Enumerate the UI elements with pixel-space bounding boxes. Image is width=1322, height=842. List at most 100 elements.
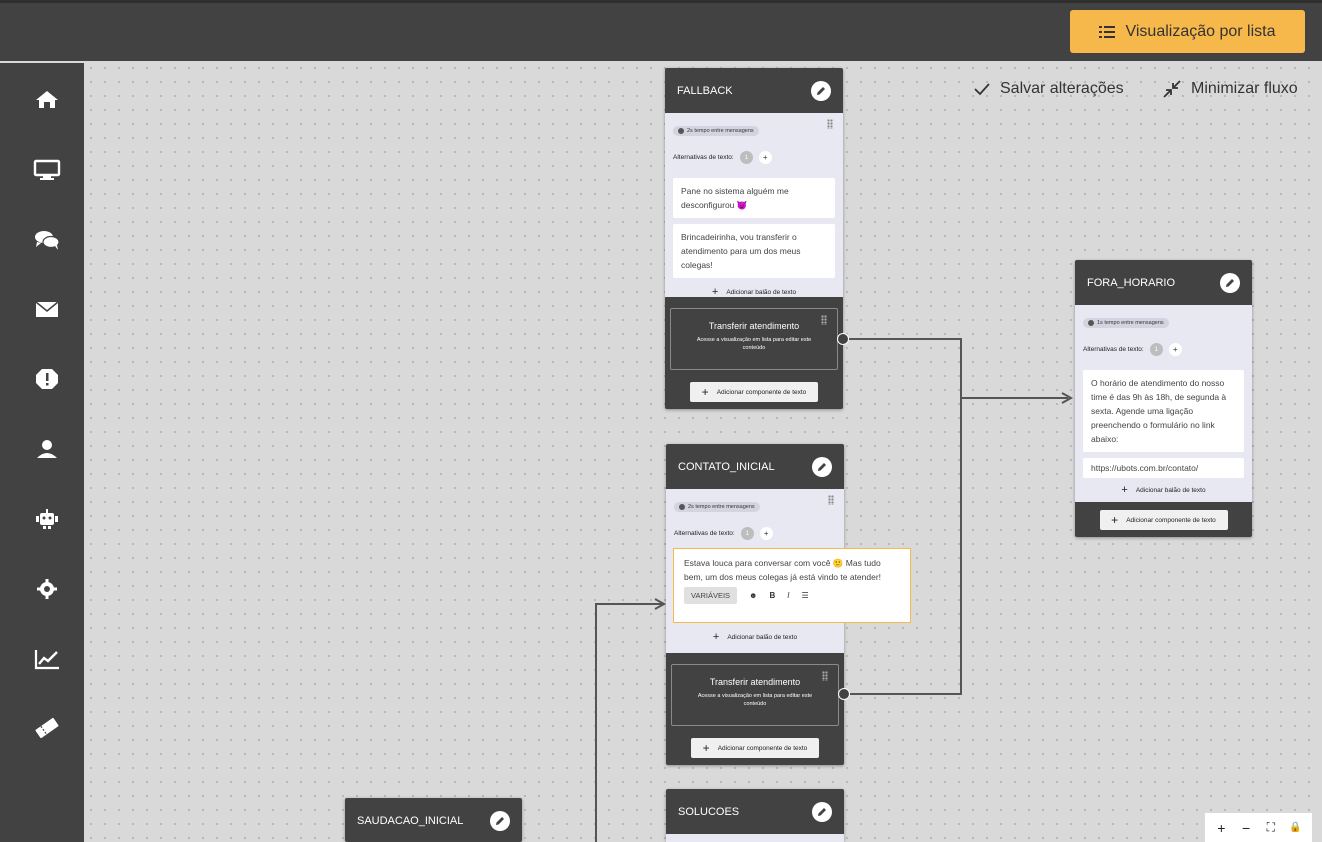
text-bubble[interactable]: Brincadeirinha, vou transferir o atendim… bbox=[673, 224, 835, 278]
flow-node-saudacao-inicial[interactable]: SAUDACAO_INICIAL bbox=[345, 798, 522, 842]
alternative-count[interactable]: 1 bbox=[739, 151, 753, 164]
alternatives-label: Alternativas de texto: bbox=[674, 530, 735, 537]
plus-icon: + bbox=[712, 631, 720, 643]
sidebar-item-mail[interactable] bbox=[30, 292, 64, 326]
plus-icon: + bbox=[1121, 484, 1128, 496]
node-title: FORA_HORARIO bbox=[1087, 276, 1176, 289]
gear-icon bbox=[37, 579, 57, 599]
add-bubble-button[interactable]: + Adicionar balão de texto bbox=[673, 286, 835, 298]
drag-handle-icon[interactable] bbox=[821, 315, 827, 325]
message-block[interactable]: 1s tempo entre mensagens Alternativas de… bbox=[1075, 305, 1252, 502]
drag-handle-icon[interactable] bbox=[828, 495, 834, 505]
list-view-button[interactable]: Visualização por lista bbox=[1070, 10, 1305, 53]
flow-node-fora-horario[interactable]: FORA_HORARIO 1s tempo entre mensagens Al… bbox=[1075, 260, 1252, 537]
monitor-icon bbox=[33, 159, 61, 180]
node-header[interactable]: SAUDACAO_INICIAL bbox=[345, 798, 522, 842]
edit-node-button[interactable] bbox=[1220, 272, 1240, 293]
sidebar-item-alert[interactable] bbox=[30, 362, 64, 396]
ticket-icon bbox=[35, 717, 59, 739]
sidebar-item-robot[interactable] bbox=[30, 502, 64, 536]
fit-view-icon[interactable]: ⛶ bbox=[1261, 820, 1281, 835]
transfer-hint: Acesse a visualização em lista para edit… bbox=[697, 693, 813, 707]
text-bubble[interactable]: O horário de atendimento do nosso time é… bbox=[1083, 370, 1244, 452]
edit-node-button[interactable] bbox=[812, 801, 832, 822]
drag-handle-icon[interactable] bbox=[822, 671, 828, 681]
check-icon bbox=[974, 83, 990, 96]
alternative-count[interactable]: 1 bbox=[1149, 343, 1163, 356]
add-alternative-button[interactable]: + bbox=[1168, 343, 1182, 356]
add-component-button[interactable]: + Adicionar componente de texto bbox=[1099, 510, 1228, 530]
plus-icon: + bbox=[701, 385, 709, 399]
chat-icon bbox=[35, 231, 60, 250]
add-alternative-button[interactable]: + bbox=[758, 151, 772, 164]
add-component-label: Adicionar componente de texto bbox=[717, 744, 808, 752]
add-component-button[interactable]: + Adicionar componente de texto bbox=[691, 738, 819, 758]
edit-node-button[interactable] bbox=[490, 810, 510, 831]
transfer-block[interactable]: Transferir atendimento Acesse a visualiz… bbox=[671, 664, 839, 726]
add-bubble-label: Adicionar balão de texto bbox=[727, 633, 798, 641]
minimize-flow-button[interactable]: Minimizar fluxo bbox=[1163, 80, 1298, 98]
node-header[interactable]: SOLUCOES bbox=[666, 789, 844, 834]
transfer-block[interactable]: Transferir atendimento Acesse a visualiz… bbox=[670, 308, 838, 370]
zoom-out-icon[interactable]: − bbox=[1236, 820, 1256, 836]
delay-badge[interactable]: 2s tempo entre mensagens bbox=[674, 502, 760, 512]
alternatives-label: Alternativas de texto: bbox=[1083, 346, 1144, 353]
lock-icon[interactable]: 🔒 bbox=[1286, 822, 1306, 833]
edit-node-button[interactable] bbox=[812, 456, 832, 477]
plus-icon: + bbox=[1111, 513, 1119, 527]
flow-node-solucoes[interactable]: SOLUCOES bbox=[666, 789, 844, 842]
sidebar-item-analytics[interactable] bbox=[30, 642, 64, 676]
add-component-button[interactable]: + Adicionar componente de texto bbox=[690, 382, 818, 402]
node-header[interactable]: CONTATO_INICIAL bbox=[666, 444, 844, 489]
message-block[interactable]: 2s tempo entre mensagens Alternativas de… bbox=[665, 113, 843, 298]
delay-badge[interactable]: 2s tempo entre mensagens bbox=[673, 126, 759, 136]
bullet-list-icon[interactable]: ☰ bbox=[801, 591, 808, 600]
bold-icon[interactable]: B bbox=[769, 591, 775, 600]
flow-node-fallback[interactable]: FALLBACK 2s tempo entre mensagens Altern… bbox=[665, 68, 843, 409]
save-changes-label: Salvar alterações bbox=[1000, 80, 1124, 97]
message-block bbox=[666, 834, 844, 842]
node-title: FALLBACK bbox=[677, 84, 733, 97]
robot-icon bbox=[36, 509, 58, 529]
sidebar-item-user[interactable] bbox=[30, 432, 64, 466]
node-header[interactable]: FALLBACK bbox=[665, 68, 843, 113]
text-bubble[interactable]: Pane no sistema alguém me desconfigurou … bbox=[673, 178, 835, 218]
sidebar-item-monitor[interactable] bbox=[30, 153, 64, 187]
transfer-title: Transferir atendimento bbox=[709, 677, 801, 687]
transfer-hint: Acesse a visualização em lista para edit… bbox=[696, 337, 812, 351]
save-changes-button[interactable]: Salvar alterações bbox=[974, 80, 1124, 98]
text-bubble[interactable]: https://ubots.com.br/contato/ bbox=[1083, 458, 1244, 478]
sidebar-item-tickets[interactable] bbox=[30, 711, 64, 745]
node-title: SOLUCOES bbox=[678, 805, 740, 818]
clock-icon bbox=[1088, 320, 1094, 326]
sidebar-item-chat[interactable] bbox=[30, 223, 64, 257]
node-title: SAUDACAO_INICIAL bbox=[357, 814, 464, 827]
sidebar-item-settings[interactable] bbox=[30, 572, 64, 606]
alert-icon bbox=[36, 369, 58, 389]
add-alternative-button[interactable]: + bbox=[759, 527, 773, 540]
variables-button[interactable]: VARIÁVEIS bbox=[684, 587, 738, 604]
add-bubble-button[interactable]: + Adicionar balão de texto bbox=[666, 631, 844, 643]
list-view-label: Visualização por lista bbox=[1125, 22, 1276, 40]
text-alternatives: Alternativas de texto: 1 + bbox=[673, 151, 835, 164]
zoom-in-icon[interactable]: + bbox=[1211, 820, 1231, 836]
drag-handle-icon[interactable] bbox=[827, 119, 833, 129]
delay-badge[interactable]: 1s tempo entre mensagens bbox=[1083, 318, 1169, 328]
add-bubble-label: Adicionar balão de texto bbox=[1135, 486, 1206, 494]
transfer-title: Transferir atendimento bbox=[708, 321, 800, 331]
text-alternatives: Alternativas de texto: 1 + bbox=[674, 527, 836, 540]
output-connector[interactable] bbox=[837, 333, 849, 345]
edit-node-button[interactable] bbox=[811, 80, 831, 101]
output-connector[interactable] bbox=[838, 688, 850, 700]
emoji-icon[interactable]: ☻ bbox=[749, 591, 757, 600]
add-bubble-button[interactable]: + Adicionar balão de texto bbox=[1083, 484, 1244, 496]
editor-content[interactable]: Estava louca para conversar com você 🙂 M… bbox=[674, 549, 910, 584]
italic-icon[interactable]: I bbox=[787, 591, 789, 600]
delay-text: 2s tempo entre mensagens bbox=[687, 128, 754, 134]
pencil-icon bbox=[496, 816, 504, 825]
add-component-label: Adicionar componente de texto bbox=[1126, 516, 1216, 524]
node-header[interactable]: FORA_HORARIO bbox=[1075, 260, 1252, 305]
sidebar-item-home[interactable] bbox=[30, 83, 64, 117]
text-editor[interactable]: Estava louca para conversar com você 🙂 M… bbox=[673, 548, 911, 623]
alternative-count[interactable]: 1 bbox=[740, 527, 754, 540]
